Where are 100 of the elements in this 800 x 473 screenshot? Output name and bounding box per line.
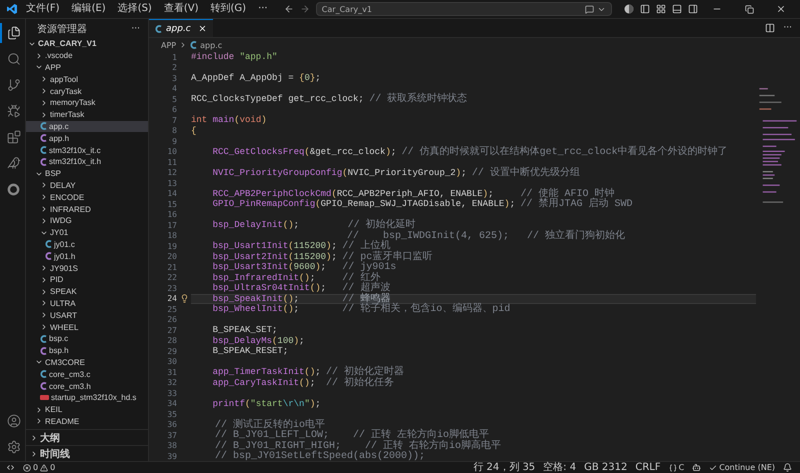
- status-item[interactable]: 行 24，列 35: [473, 462, 536, 473]
- close-icon[interactable]: [776, 4, 786, 14]
- tree-item[interactable]: caryTask: [26, 85, 148, 97]
- menu-item[interactable]: 文件(F): [22, 2, 64, 16]
- tree-item[interactable]: ENCODE: [26, 191, 148, 204]
- tree-item[interactable]: jy01.h: [26, 250, 148, 262]
- tree-item[interactable]: JY01: [26, 226, 148, 239]
- tree-item[interactable]: ULTRA: [26, 298, 148, 310]
- tree-item[interactable]: JY901S: [26, 262, 148, 274]
- line-number: 2: [171, 63, 177, 72]
- check-icon: [709, 464, 718, 472]
- code-line: app_TimerTaskInit(); // 初始化定时器: [212, 367, 406, 378]
- status-item[interactable]: 空格: 4: [543, 462, 576, 473]
- more-actions[interactable]: ···: [783, 23, 792, 33]
- restore-icon[interactable]: [744, 4, 754, 14]
- tree-item[interactable]: bsp.h: [26, 344, 148, 357]
- code-line: bsp_Usart2Init(115200); // pc蓝牙串口监听: [212, 252, 434, 262]
- tree-item[interactable]: jy01.c: [26, 238, 148, 250]
- tree-item[interactable]: BSP: [26, 168, 148, 180]
- status-item[interactable]: CRLF: [635, 462, 661, 473]
- tree-item[interactable]: core_cm3.c: [26, 368, 148, 380]
- header-file-icon: [40, 158, 47, 166]
- tree-item[interactable]: bsp.c: [26, 332, 148, 345]
- code-line: // 测试正反转的io电平: [214, 420, 326, 430]
- tree-item[interactable]: IWDG: [26, 214, 148, 227]
- tree-item[interactable]: .vscode: [26, 50, 148, 62]
- account-icon[interactable]: [6, 414, 20, 428]
- layout-icon[interactable]: [656, 4, 666, 14]
- tree-item[interactable]: README: [26, 416, 148, 428]
- remote-icon[interactable]: [6, 463, 15, 472]
- tree-item[interactable]: core_cm3.h: [26, 380, 148, 392]
- error-count: 0: [33, 462, 38, 473]
- problems-status[interactable]: 0 0: [23, 462, 56, 473]
- line-number: 30: [166, 357, 177, 366]
- tree-item[interactable]: DELAY: [26, 180, 148, 192]
- toggle-panel-icon[interactable]: [672, 4, 682, 14]
- c-file-icon: [40, 146, 47, 154]
- tree-item[interactable]: SPEAK: [26, 286, 148, 298]
- menu-item[interactable]: 查看(V): [160, 2, 202, 16]
- code-line: // bsp_JY01SetLeftSpeed(abs(2000));: [214, 451, 426, 462]
- tree-item[interactable]: WHEEL: [26, 321, 148, 333]
- toggle-sidebar-icon[interactable]: [640, 4, 650, 14]
- menu-item[interactable]: 转到(G): [206, 2, 250, 16]
- command-center-field[interactable]: Car_Cary_v1: [316, 2, 612, 16]
- settings-icon[interactable]: [6, 440, 20, 454]
- extensions-icon[interactable]: [6, 130, 20, 144]
- tree-item[interactable]: PID: [26, 274, 148, 286]
- explorer-icon[interactable]: [6, 26, 20, 40]
- tree-item[interactable]: appTool: [26, 73, 148, 86]
- toggle-secondary-sidebar-icon[interactable]: [688, 4, 698, 14]
- tree-item[interactable]: app.c: [26, 120, 148, 132]
- menu-item[interactable]: 编辑(E): [68, 2, 110, 16]
- menu-item[interactable]: 选择(S): [114, 2, 156, 16]
- line-number: 29: [166, 346, 177, 356]
- more-actions[interactable]: ···: [131, 24, 140, 34]
- lightbulb-icon[interactable]: [180, 294, 188, 304]
- tree-item[interactable]: timerTask: [26, 108, 148, 121]
- notification-icon[interactable]: [783, 463, 792, 472]
- tree-item[interactable]: CM3CORE: [26, 356, 148, 368]
- breadcrumb-item[interactable]: APP: [161, 40, 176, 50]
- copilot-icon[interactable]: [692, 463, 702, 472]
- editor-tab[interactable]: app.c: [149, 19, 213, 37]
- line-number: 16: [166, 210, 177, 220]
- ring-icon[interactable]: [7, 182, 20, 196]
- breadcrumb-item[interactable]: app.c: [200, 40, 222, 50]
- branch-icon[interactable]: [6, 78, 20, 92]
- tree-item[interactable]: INFRARED: [26, 203, 148, 215]
- line-number: 13: [166, 178, 177, 188]
- menu-item[interactable]: ···: [254, 2, 272, 16]
- status-item[interactable]: GB 2312: [584, 462, 628, 473]
- code-line: GPIO_PinRemapConfig(GPIO_Remap_SWJ_JTAGDisable, ENABLE); // 禁用JTAG 启动 SWD: [212, 199, 634, 210]
- line-number: 21: [166, 262, 177, 272]
- search-icon[interactable]: [6, 52, 20, 66]
- bird-icon[interactable]: [6, 156, 20, 170]
- tree-item[interactable]: KEIL: [26, 404, 148, 416]
- forward-icon[interactable]: [300, 4, 310, 14]
- account-badge-icon[interactable]: [624, 4, 634, 14]
- tree-item[interactable]: stm32f10x_it.h: [26, 156, 148, 168]
- panel-header[interactable]: 大纲: [26, 429, 148, 445]
- tree-item[interactable]: USART: [26, 309, 148, 322]
- line-number: 11: [166, 158, 177, 167]
- tree-item[interactable]: CAR_CARY_V1: [26, 38, 148, 50]
- tree-item[interactable]: startup_stm32f10x_hd.s: [26, 392, 148, 404]
- code-line: // B_JY01_RIGHT_HIGH; // 正转 右轮方向io脚高电平: [214, 440, 502, 451]
- line-number: 5: [171, 94, 177, 104]
- close-icon[interactable]: [198, 24, 207, 33]
- back-icon[interactable]: [284, 4, 294, 14]
- split-editor-icon[interactable]: [765, 23, 776, 33]
- tree-item[interactable]: memoryTask: [26, 96, 148, 109]
- chevron-right-icon: [35, 52, 43, 60]
- language-status[interactable]: C: [668, 462, 684, 473]
- braces-icon: [668, 464, 677, 472]
- tree-item[interactable]: app.h: [26, 132, 148, 144]
- status-item[interactable]: Continue (NE): [709, 462, 775, 473]
- code-line: printf("start\r\n");: [212, 398, 322, 409]
- tree-item[interactable]: APP: [26, 62, 148, 74]
- run-debug-icon[interactable]: [6, 104, 20, 118]
- tree-item[interactable]: stm32f10x_it.c: [26, 144, 148, 156]
- chat-icon[interactable]: [584, 4, 594, 14]
- line-number: 27: [166, 326, 177, 335]
